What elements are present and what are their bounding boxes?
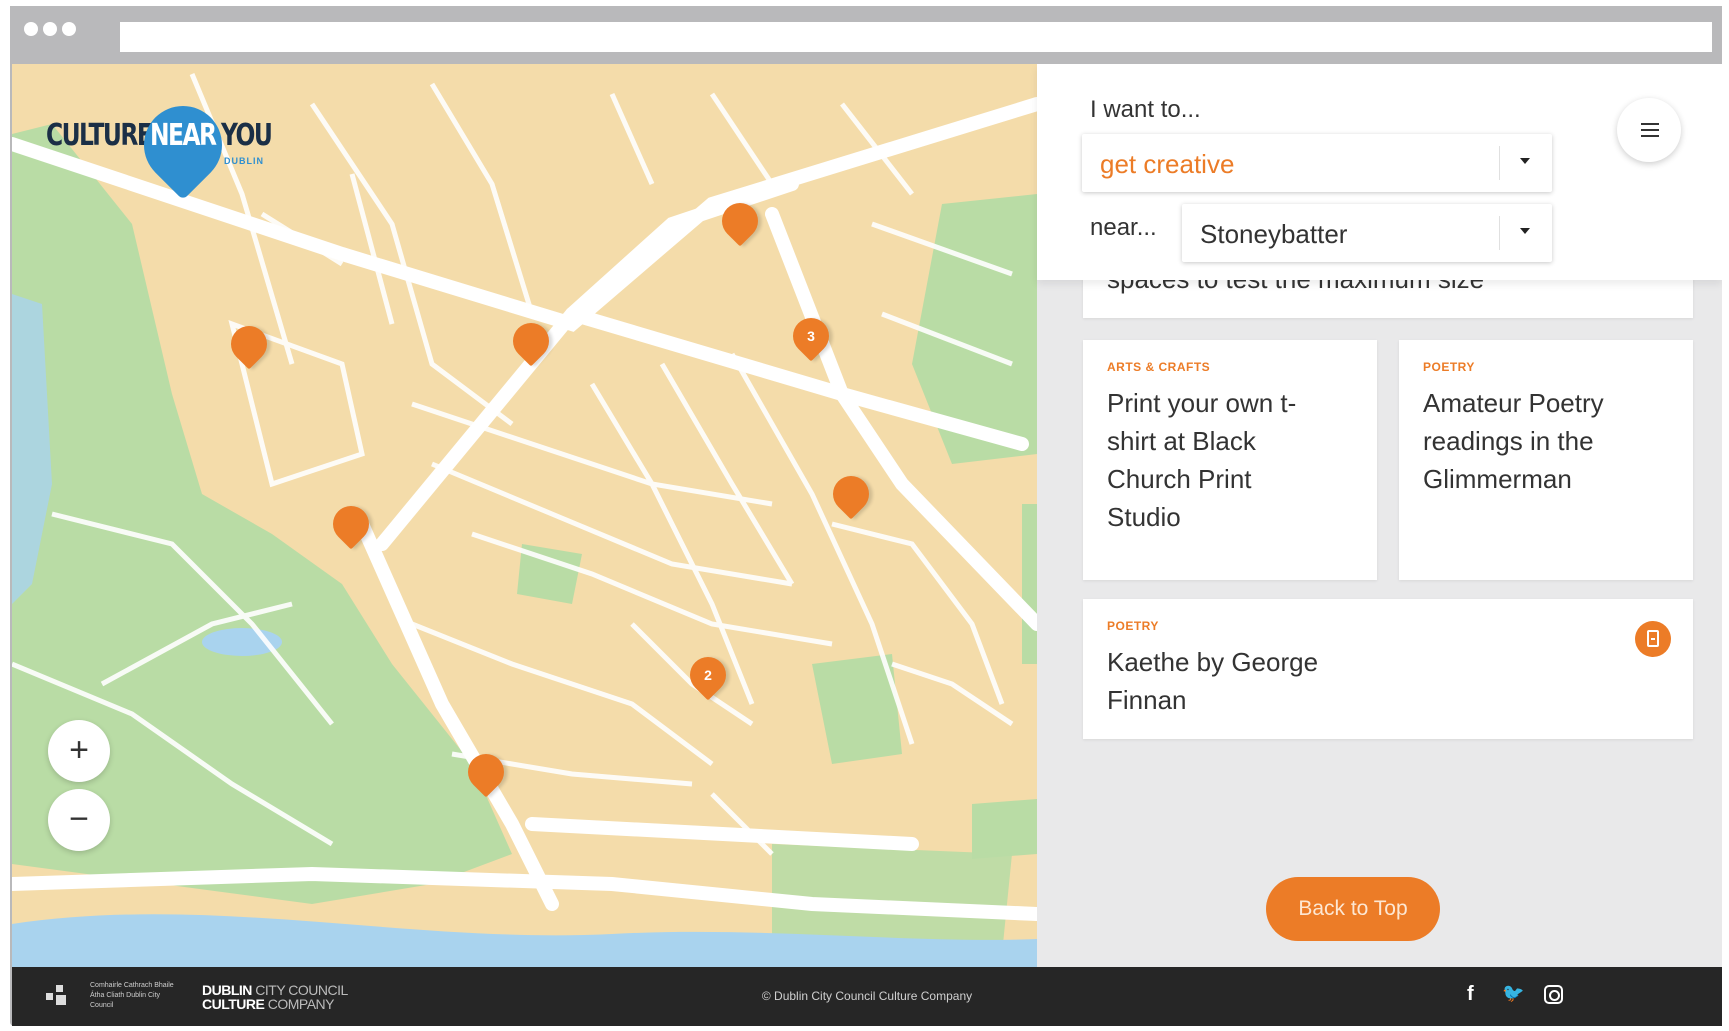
save-event-icon[interactable] [1635,621,1671,657]
zoom-out-button[interactable]: − [48,789,110,851]
footer: Comhairle Cathrach Bhaile Átha Cliath Du… [12,967,1722,1026]
pin-cluster-count: 3 [807,328,815,344]
zoom-in-button[interactable]: + [48,720,110,782]
copyright-text: © Dublin City Council Culture Company [761,989,973,1003]
map[interactable]: CULTURE NEAR YOU DUBLIN 3 2 + − [12,64,1037,967]
hamburger-icon-line [1641,135,1659,137]
logo-subtext: DUBLIN [224,156,264,166]
pin-cluster-count: 2 [704,667,712,683]
event-card-title: Print your own t-shirt at Black Church P… [1107,388,1297,532]
chevron-down-icon [1520,228,1530,234]
filter-bar: I want to... get creative near... Stoney… [1037,64,1722,280]
results-panel: spaces to test the maximum size ARTS & C… [1037,64,1722,967]
window-dot[interactable] [62,22,76,36]
event-card-category: ARTS & CRAFTS [1107,360,1211,374]
activity-select[interactable]: get creative [1082,134,1552,192]
menu-button[interactable] [1617,98,1681,162]
want-label: I want to... [1090,96,1201,123]
window-controls [24,22,76,36]
logo-word-near: NEAR [150,118,217,153]
event-card[interactable]: POETRY Amateur Poetry readings in the Gl… [1399,340,1693,580]
address-bar[interactable] [120,22,1712,52]
page-viewport: CULTURE NEAR YOU DUBLIN 3 2 + − spaces t… [12,64,1722,967]
chevron-down-icon [1520,158,1530,164]
logo-word-you: YOU [221,118,273,153]
location-select[interactable]: Stoneybatter [1182,204,1552,262]
activity-select-value: get creative [1100,149,1235,179]
logo-word-culture: CULTURE [46,118,153,153]
back-to-top-button[interactable]: Back to Top [1266,877,1440,941]
window-dot[interactable] [43,22,57,36]
select-divider [1499,216,1500,250]
instagram-icon[interactable] [1544,985,1563,1004]
select-divider [1499,146,1500,180]
twitter-icon[interactable]: 🐦 [1502,983,1524,1004]
event-card[interactable]: ARTS & CRAFTS Print your own t-shirt at … [1083,340,1377,580]
event-card-category: POETRY [1423,360,1475,374]
event-card-title: Amateur Poetry readings in the Glimmerma… [1423,388,1604,494]
event-card-title: Kaethe by George Finnan [1107,647,1319,715]
event-card[interactable]: POETRY Kaethe by George Finnan [1083,599,1693,739]
facebook-icon[interactable]: f [1467,983,1474,1006]
location-select-value: Stoneybatter [1200,219,1348,249]
near-label: near... [1090,214,1157,241]
hamburger-icon-line [1641,129,1659,131]
event-card-category: POETRY [1107,619,1159,633]
browser-toolbar [10,6,1722,64]
hamburger-icon [1641,123,1659,125]
culture-near-you-logo[interactable]: CULTURE NEAR YOU DUBLIN [46,89,276,216]
window-dot[interactable] [24,22,38,36]
